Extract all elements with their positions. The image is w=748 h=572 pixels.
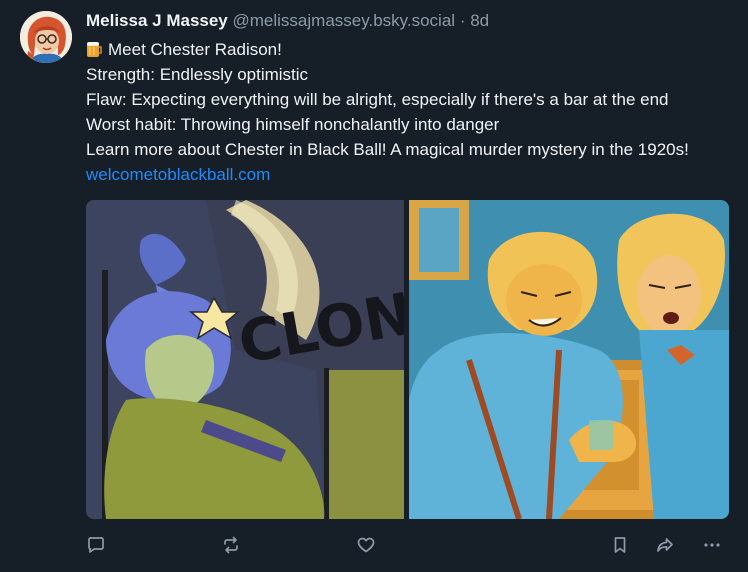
beer-mug-icon [87, 42, 102, 57]
post-text-line-5-text: Learn more about Chester in Black Ball! … [86, 140, 689, 159]
avatar-portrait-icon [20, 11, 72, 63]
bookmark-icon [614, 537, 626, 553]
author-display-name[interactable]: Melissa J Massey [86, 11, 228, 30]
share-button[interactable] [650, 530, 680, 560]
post-text-line-4: Worst habit: Throwing himself nonchalant… [86, 115, 500, 134]
post-timestamp[interactable]: 8d [470, 11, 489, 30]
post-header: Melissa J Massey @melissajmassey.bsky.so… [86, 10, 489, 32]
like-button[interactable] [351, 530, 381, 560]
bookmark-button[interactable] [605, 530, 635, 560]
post-card[interactable]: Melissa J Massey @melissajmassey.bsky.so… [0, 0, 748, 572]
post-image-2[interactable] [409, 200, 729, 519]
more-icon [704, 543, 720, 547]
reply-icon [88, 537, 104, 553]
reply-button[interactable] [81, 530, 111, 560]
like-icon [357, 537, 375, 553]
avatar[interactable] [20, 11, 72, 63]
post-image-1[interactable]: CLONK [86, 200, 464, 519]
post-text-line-5: Learn more about Chester in Black Ball! … [86, 137, 726, 187]
share-icon [657, 538, 673, 552]
separator-dot: · [459, 11, 466, 30]
post-text-line-1: Meet Chester Radison! [86, 37, 726, 62]
comic-panel-clonk-illustration-icon: CLONK [86, 200, 464, 519]
post-actions [0, 530, 748, 560]
repost-button[interactable] [216, 530, 246, 560]
post-text: Meet Chester Radison! Strength: Endlessl… [86, 37, 726, 187]
post-text-line-3: Flaw: Expecting everything will be alrig… [86, 90, 669, 109]
post-media[interactable]: CLONK [86, 200, 729, 519]
post-text-line-2: Strength: Endlessly optimistic [86, 65, 309, 84]
repost-icon [224, 536, 238, 554]
more-options-button[interactable] [697, 530, 727, 560]
post-link[interactable]: welcometoblackball.com [86, 165, 270, 184]
author-handle[interactable]: @melissajmassey.bsky.social [233, 11, 456, 30]
post-text-line-1-text: Meet Chester Radison! [108, 40, 282, 59]
comic-panel-bar-illustration-icon [409, 200, 729, 519]
